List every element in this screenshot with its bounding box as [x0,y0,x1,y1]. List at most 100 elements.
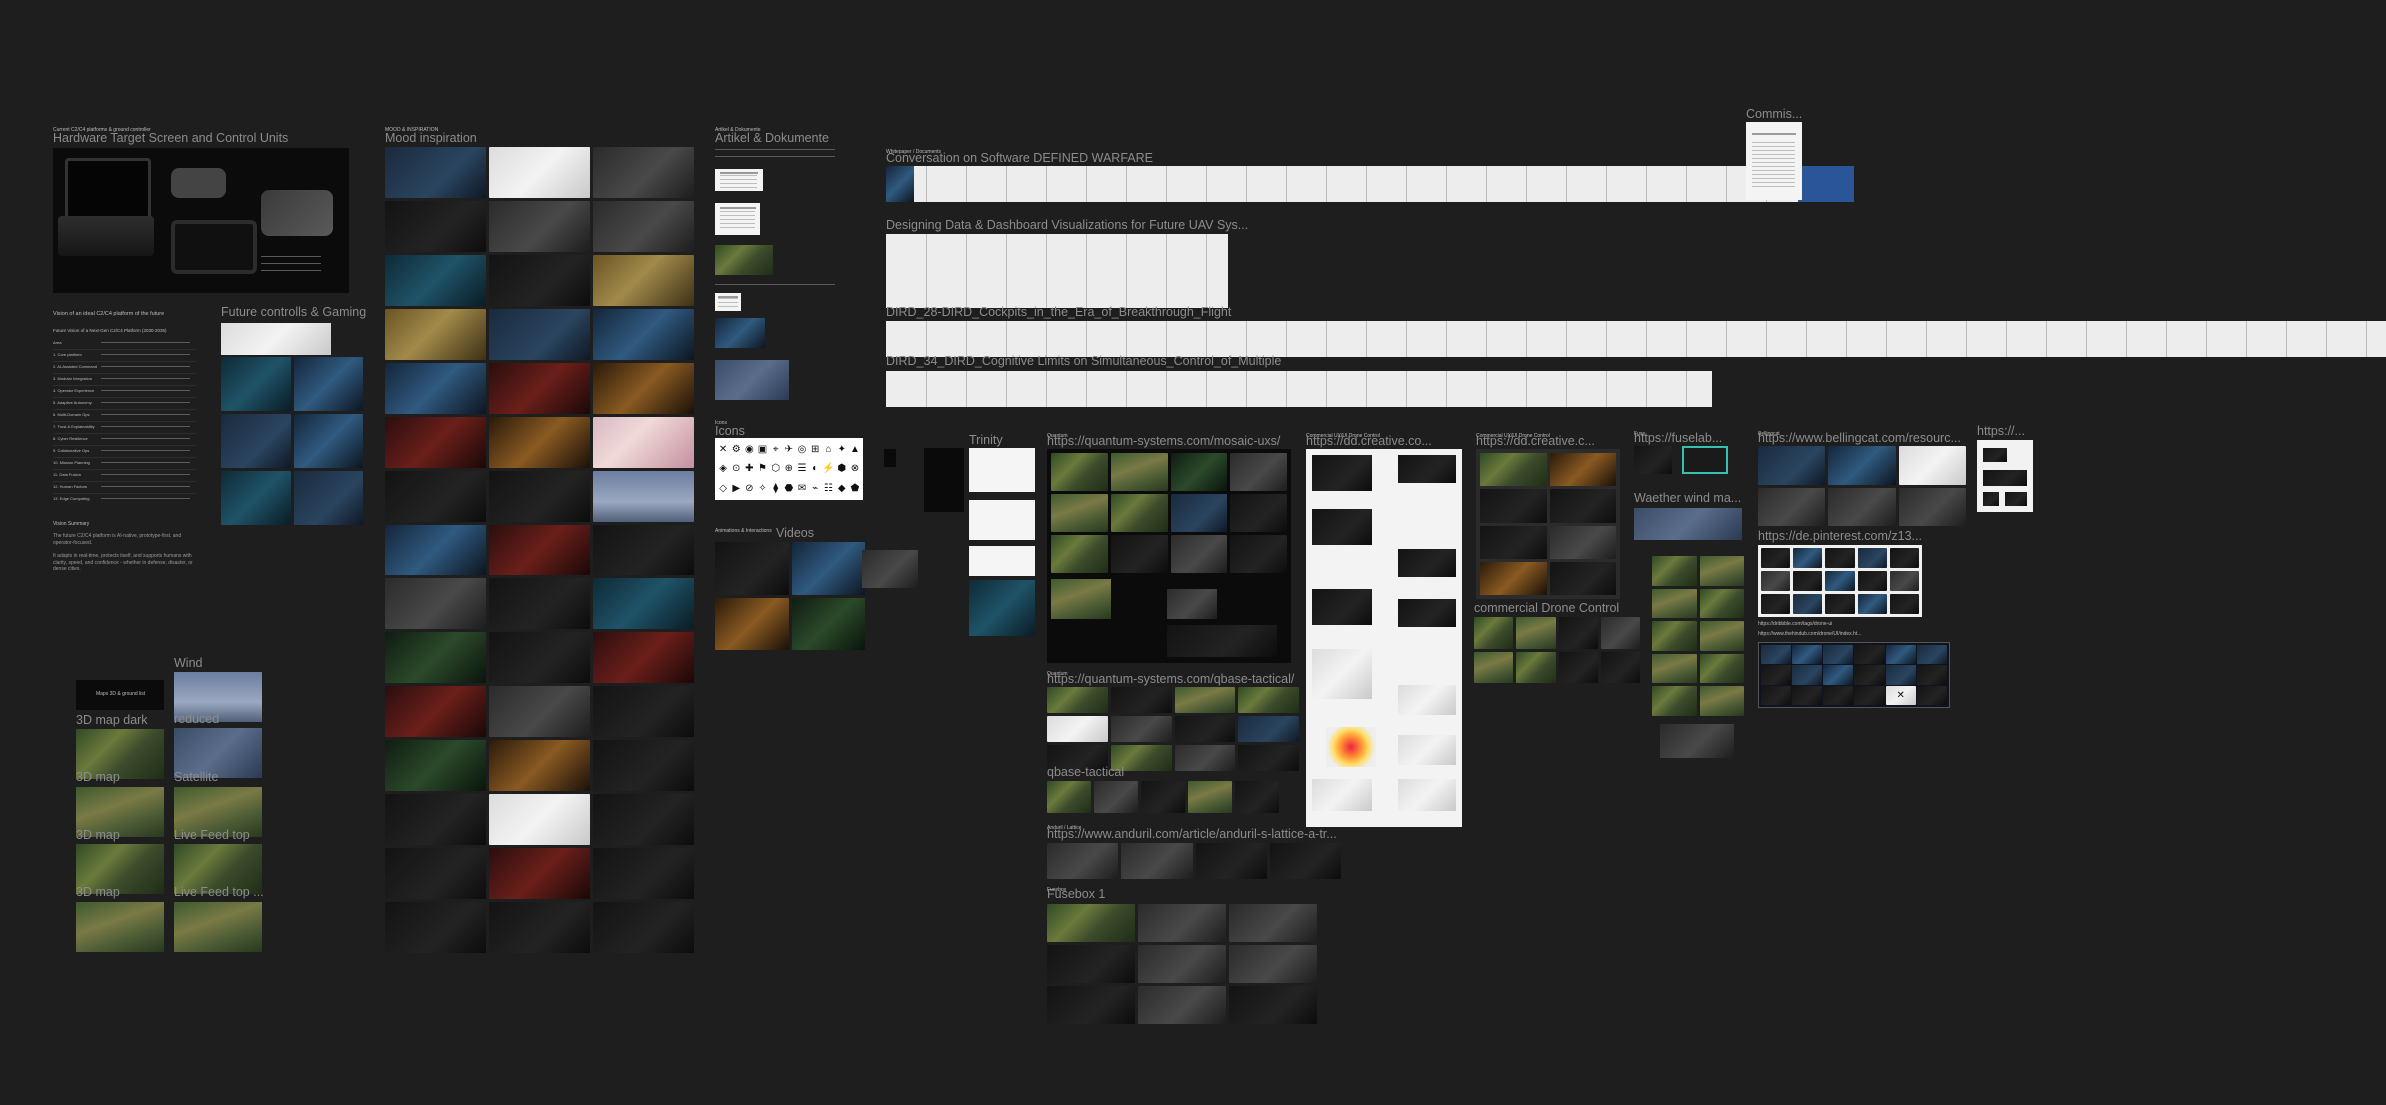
mood-thumb[interactable] [385,416,486,468]
pin-thumb[interactable] [1889,548,1919,568]
commercial-thumb[interactable] [1474,617,1514,649]
commercial-thumb[interactable] [1558,651,1598,683]
commercial-thumb[interactable] [1600,617,1640,649]
pinterest-board[interactable] [1758,545,1922,617]
pin-thumb[interactable] [1825,571,1855,591]
mood-thumb[interactable] [593,416,694,468]
dd-screen[interactable] [1398,779,1456,811]
terrain-thumb[interactable] [1652,621,1697,651]
mood-thumb[interactable] [593,740,694,792]
night-thumb[interactable] [1916,685,1947,705]
terrain-thumb[interactable] [1699,621,1744,651]
fuselab-url[interactable]: https://fuselab... [1634,432,1722,445]
artikel-image[interactable] [715,245,773,275]
dd-screen[interactable] [1398,685,1456,715]
commercial-thumb[interactable] [1474,651,1514,683]
controls-thumb[interactable] [221,357,291,411]
quantum-thumb[interactable] [1051,535,1108,573]
dd-screen[interactable] [1398,455,1456,483]
mood-thumb[interactable] [593,578,694,630]
qbase-tactical-thumb[interactable] [1188,781,1232,813]
pin-thumb[interactable] [1793,548,1823,568]
maps-title-card[interactable]: Maps 3D & ground list [76,680,164,710]
dird28-document-strip[interactable] [886,321,2386,357]
mood-thumb[interactable] [385,308,486,360]
quantum-thumb[interactable] [1051,494,1108,532]
small-dark-card[interactable] [884,449,896,467]
mood-thumb[interactable] [489,524,590,576]
dd2-thumb[interactable] [1480,561,1547,595]
quantum-thumb[interactable] [1170,453,1228,491]
mood-thumb[interactable] [489,848,590,900]
mood-thumb[interactable] [385,147,486,198]
fusebox-thumb[interactable] [1047,904,1135,942]
trinity-drone-image[interactable] [969,448,1035,492]
commercial-thumb[interactable] [1516,617,1556,649]
commercial-title[interactable]: commercial Drone Control [1474,602,1619,615]
livefeed2-label[interactable]: Live Feed top ... [174,886,264,899]
quantum-thumb[interactable] [1110,494,1168,532]
terrain-thumb[interactable] [1652,653,1697,684]
night-thumb[interactable] [1823,645,1854,665]
mood-thumb[interactable] [489,686,590,738]
mood-thumb[interactable] [385,200,486,252]
mood-title[interactable]: Mood inspiration [385,132,477,145]
quantum-thumb[interactable] [1110,535,1168,573]
trinity-drone-image[interactable] [969,500,1035,540]
mood-thumb[interactable] [593,254,694,306]
anduril-thumb[interactable] [1269,843,1341,879]
qbase-thumb[interactable] [1047,687,1108,713]
bellingcat-thumb[interactable] [1898,446,1966,485]
mood-thumb[interactable] [593,848,694,900]
video-thumb[interactable] [791,542,865,595]
pinterest-link-2[interactable]: https://www.thehindub.com/drone/UI/index… [1758,632,1861,637]
close-icon[interactable]: ✕ [1885,685,1916,705]
mood-thumb[interactable] [489,578,590,630]
terrain-thumb[interactable] [1699,686,1744,716]
quantum-thumb[interactable] [1110,453,1168,491]
qbase-url[interactable]: https://quantum-systems.com/qbase-tactic… [1047,673,1294,686]
qbase-thumb[interactable] [1047,716,1108,742]
mood-thumb[interactable] [489,470,590,522]
artikel-image[interactable] [715,318,765,348]
anduril-thumb[interactable] [1121,843,1193,879]
terrain-thumb[interactable] [1699,556,1744,586]
quantum-mosaic-board[interactable] [1047,449,1291,663]
controls-thumb[interactable] [293,414,363,468]
reduced-label[interactable]: reduced [174,713,219,726]
dd-screen[interactable] [1398,735,1456,765]
night-thumb[interactable] [1792,685,1823,705]
quantum-thumb[interactable] [1170,494,1228,532]
bellingcat-thumb[interactable] [1758,487,1826,526]
bellingcat-thumb[interactable] [1828,487,1896,526]
video-thumb[interactable] [715,542,789,595]
quantum-thumb[interactable] [1230,453,1287,491]
video-thumb[interactable] [791,597,865,650]
night-thumb[interactable] [1792,665,1823,685]
mood-thumb[interactable] [385,794,486,846]
controls-thumb[interactable] [293,471,363,525]
mood-thumb[interactable] [385,902,486,953]
future-controls-title[interactable]: Future controlls & Gaming [221,306,366,319]
qbase-thumb[interactable] [1238,687,1299,713]
mood-thumb[interactable] [593,686,694,738]
small-dark-card[interactable] [924,448,964,512]
mood-thumb[interactable] [489,794,590,846]
controls-thumb[interactable] [221,471,291,525]
wind-label[interactable]: Wind [174,657,202,670]
artikel-image[interactable] [715,360,789,400]
mood-thumb[interactable] [385,632,486,684]
controls-thumb[interactable] [221,414,291,468]
dird34-document-strip[interactable] [886,371,1712,407]
vision-caption[interactable]: Vision of an ideal C2/C4 platform of the… [53,311,164,318]
quantum-thumb[interactable] [1230,535,1287,573]
mood-thumb[interactable] [489,902,590,953]
commercial-thumb[interactable] [1558,617,1598,649]
artikel-doc[interactable] [715,293,741,311]
https-url-label[interactable]: https://... [1977,425,2025,438]
night-thumb[interactable] [1885,665,1916,685]
dd2-url[interactable]: https://dd.creative.c... [1476,435,1595,448]
anduril-url[interactable]: https://www.anduril.com/article/anduril-… [1047,828,1337,841]
artikel-doc[interactable] [715,169,763,191]
qbase-tactical-thumb[interactable] [1235,781,1279,813]
